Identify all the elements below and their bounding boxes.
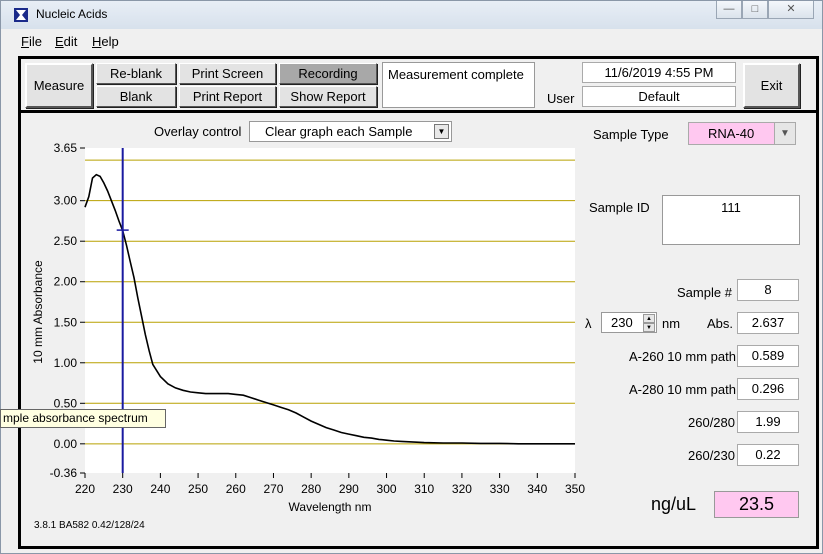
y-tick-label: 1.50 xyxy=(54,315,78,329)
sample-type-label: Sample Type xyxy=(593,127,669,142)
x-tick-label: 310 xyxy=(414,482,434,496)
x-tick-label: 330 xyxy=(490,482,510,496)
sample-number-field: 8 xyxy=(737,279,799,301)
absorbance-value: 2.637 xyxy=(737,312,799,334)
y-tick-label: 2.00 xyxy=(54,275,78,289)
sample-number-label: Sample # xyxy=(677,285,732,300)
sample-id-field[interactable]: 111 xyxy=(662,195,800,245)
x-tick-label: 250 xyxy=(188,482,208,496)
y-tick-label: 0.00 xyxy=(54,437,78,451)
y-tick-label: 3.65 xyxy=(54,141,78,155)
a260-value: 0.589 xyxy=(737,345,799,367)
x-tick-label: 320 xyxy=(452,482,472,496)
ratio-260-280-value: 1.99 xyxy=(737,411,799,433)
y-tick-label: 3.00 xyxy=(54,194,78,208)
x-tick-label: 280 xyxy=(301,482,321,496)
x-tick-label: 350 xyxy=(565,482,585,496)
wavelength-unit: nm xyxy=(662,316,681,331)
spinner-up-icon[interactable]: ▲ xyxy=(643,314,655,323)
y-axis-label: 10 mm Absorbance xyxy=(31,260,45,364)
wavelength-value: 230 xyxy=(611,315,633,330)
spinner-down-icon[interactable]: ▼ xyxy=(643,323,655,332)
x-tick-label: 300 xyxy=(377,482,397,496)
y-tick-label: -0.36 xyxy=(50,466,78,480)
x-tick-label: 270 xyxy=(263,482,283,496)
x-tick-label: 220 xyxy=(75,482,95,496)
tooltip: mple absorbance spectrum xyxy=(0,409,166,428)
x-tick-label: 290 xyxy=(339,482,359,496)
a280-value: 0.296 xyxy=(737,378,799,400)
ratio-260-230-label: 260/230 xyxy=(688,448,735,463)
y-tick-label: 1.00 xyxy=(54,356,78,370)
ratio-260-230-value: 0.22 xyxy=(737,444,799,466)
a260-label: A-260 10 mm path xyxy=(629,349,736,364)
sample-type-select[interactable]: RNA-40 ▼ xyxy=(688,122,796,145)
sample-id-label: Sample ID xyxy=(589,200,650,215)
sample-type-value: RNA-40 xyxy=(708,126,755,141)
y-tick-label: 2.50 xyxy=(54,234,78,248)
x-tick-label: 340 xyxy=(527,482,547,496)
chevron-down-icon[interactable]: ▼ xyxy=(774,123,795,144)
x-tick-label: 240 xyxy=(150,482,170,496)
absorbance-label: Abs. xyxy=(707,316,734,331)
concentration-label: ng/uL xyxy=(651,494,697,514)
version-label: 3.8.1 BA582 0.42/128/24 xyxy=(34,520,145,531)
a280-label: A-280 10 mm path xyxy=(629,382,736,397)
absorbance-chart: 3.653.002.502.001.501.000.500.00-0.36 22… xyxy=(31,141,585,514)
x-axis-label: Wavelength nm xyxy=(289,500,372,514)
concentration-value: 23.5 xyxy=(714,491,799,518)
lambda-symbol: λ xyxy=(585,316,592,331)
x-tick-label: 260 xyxy=(226,482,246,496)
x-tick-label: 230 xyxy=(113,482,133,496)
wavelength-spinner[interactable]: 230 ▲ ▼ xyxy=(601,312,657,333)
ratio-260-280-label: 260/280 xyxy=(688,415,735,430)
